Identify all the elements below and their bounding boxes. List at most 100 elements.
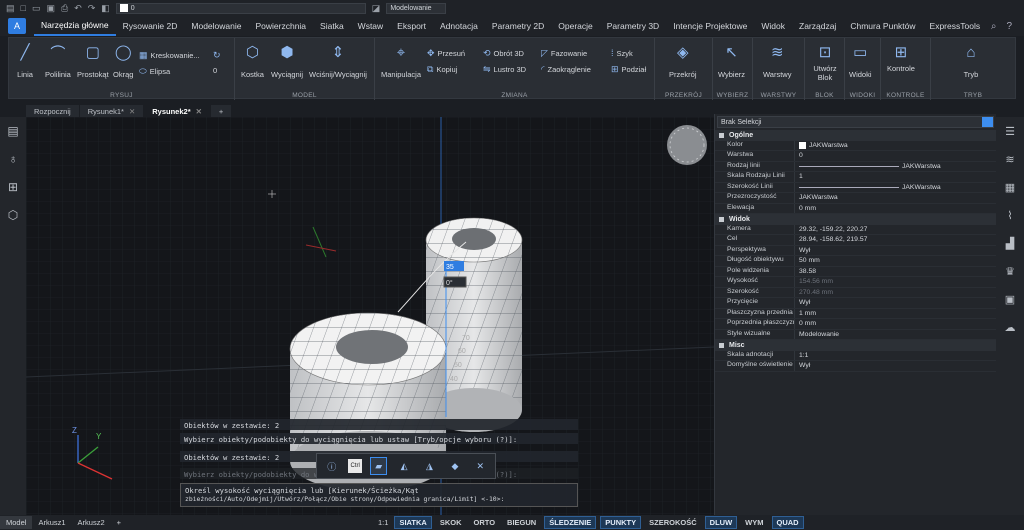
- info-icon[interactable]: ⓘ: [323, 457, 340, 475]
- properties-icon[interactable]: ☰: [996, 117, 1024, 145]
- toggle-śledzenie[interactable]: ŚLEDZENIE: [544, 516, 597, 529]
- property-row[interactable]: Elewacja 0 mm: [715, 203, 996, 214]
- section-header[interactable]: Ogólne: [715, 130, 996, 141]
- panel-icon[interactable]: ▣: [996, 285, 1024, 313]
- chart-icon[interactable]: ▟: [996, 229, 1024, 257]
- toggle-quad[interactable]: QUAD: [771, 516, 804, 529]
- tab-zarzadzaj[interactable]: Zarządzaj: [792, 16, 843, 36]
- tab-adnotacja[interactable]: Adnotacja: [433, 16, 485, 36]
- property-value[interactable]: 0: [795, 151, 803, 161]
- tab-parametry-2d[interactable]: Parametry 2D: [485, 16, 551, 36]
- property-value[interactable]: 50 mm: [795, 256, 820, 266]
- property-value[interactable]: 28.94, -158.62, 219.57: [795, 235, 867, 245]
- property-row[interactable]: Przezroczystość JAKWarstwa: [715, 193, 996, 204]
- close-icon[interactable]: ✕: [196, 107, 202, 116]
- wyciagnij-button[interactable]: ⬢ Wyciągnij: [271, 42, 303, 79]
- tab-widok[interactable]: Widok: [754, 16, 792, 36]
- tab-eksport[interactable]: Eksport: [390, 16, 433, 36]
- toggle-punkty[interactable]: PUNKTY: [600, 516, 642, 529]
- property-value[interactable]: 1:1: [795, 351, 808, 361]
- command-prompt[interactable]: Określ wysokość wyciągnięcia lub [Kierun…: [180, 483, 578, 507]
- app-menu-icon[interactable]: ▤: [6, 3, 15, 14]
- drawing-explorer-icon[interactable]: ▦: [996, 173, 1024, 201]
- elipsa-button[interactable]: ⬭ Elipsa: [139, 66, 170, 77]
- property-row[interactable]: Rodzaj linii JAKWarstwa: [715, 161, 996, 172]
- obrot3d-button[interactable]: ⟲ Obrót 3D: [483, 48, 524, 59]
- doctab-rysunek1[interactable]: Rysunek1* ✕: [79, 105, 144, 117]
- lustro3d-button[interactable]: ⇋ Lustro 3D: [483, 64, 526, 75]
- ctrl-button[interactable]: Ctrl: [348, 459, 362, 473]
- property-value[interactable]: 270.48 mm: [795, 288, 833, 298]
- widoki-button[interactable]: ▭ Widoki: [849, 42, 872, 79]
- print-icon[interactable]: ⎙: [61, 3, 68, 14]
- okrag-button[interactable]: ◯ Okrąg: [113, 42, 133, 79]
- section-header[interactable]: Misc: [715, 340, 996, 351]
- layout-tab-model[interactable]: Model: [0, 516, 33, 529]
- kontrole-button[interactable]: ⊞ Kontrole: [887, 42, 915, 73]
- toggle-skok[interactable]: SKOK: [436, 516, 466, 529]
- tab-expresstools[interactable]: ExpressTools: [923, 16, 988, 36]
- property-value[interactable]: Wył: [795, 298, 810, 308]
- property-row[interactable]: Przycięcie Wył: [715, 298, 996, 309]
- property-value[interactable]: 1 mm: [795, 309, 816, 319]
- extrude-tool-icon[interactable]: ▰: [369, 457, 388, 475]
- property-value[interactable]: Wył: [795, 361, 810, 371]
- extrude-taper-icon[interactable]: ◮: [421, 457, 438, 475]
- save-icon[interactable]: ▣: [46, 3, 55, 14]
- workspace-combo[interactable]: Modelowanie: [386, 2, 447, 14]
- tab-parametry-3d[interactable]: Parametry 3D: [600, 16, 666, 36]
- tab-modelowanie[interactable]: Modelowanie: [184, 16, 248, 36]
- property-row[interactable]: Poprzednia płaszczyzna 0 mm: [715, 319, 996, 330]
- zero-button[interactable]: 0: [213, 66, 217, 75]
- przekroj-button[interactable]: ◈ Przekrój: [669, 42, 697, 79]
- select-objects-icon[interactable]: [982, 117, 993, 127]
- toggle-szerokość[interactable]: SZEROKOŚĆ: [645, 516, 701, 529]
- property-value[interactable]: 154.56 mm: [795, 277, 833, 287]
- new-file-icon[interactable]: □: [21, 3, 26, 13]
- toggle-biegun[interactable]: BIEGUN: [503, 516, 540, 529]
- tryb-button[interactable]: ⌂ Tryb: [961, 42, 981, 80]
- toggle-dluw[interactable]: DLUW: [704, 516, 738, 529]
- property-value[interactable]: JAKWarstwa: [795, 162, 941, 172]
- add-layout-button[interactable]: +: [111, 516, 127, 529]
- tab-chmura-punktow[interactable]: Chmura Punktów: [843, 16, 922, 36]
- property-value[interactable]: 0 mm: [795, 319, 816, 329]
- property-value[interactable]: Wył: [795, 246, 810, 256]
- property-row[interactable]: Długość obiektywu 50 mm: [715, 256, 996, 267]
- navigation-wheel[interactable]: [667, 125, 707, 165]
- property-row[interactable]: Skala adnotacji 1:1: [715, 350, 996, 361]
- property-row[interactable]: Szerokość Linii JAKWarstwa: [715, 182, 996, 193]
- wcisnij-button[interactable]: ⇕ Wciśnij/Wyciągnij: [309, 42, 367, 79]
- property-row[interactable]: Kolor JAKWarstwa: [715, 140, 996, 151]
- property-value[interactable]: 0 mm: [795, 204, 816, 214]
- wybierz-button[interactable]: ↖ Wybierz: [718, 42, 745, 79]
- property-row[interactable]: Perspektywa Wył: [715, 245, 996, 256]
- tab-narzedzia-glowne[interactable]: Narzędzia główne: [34, 16, 116, 36]
- layer-tool-icon[interactable]: ◪: [372, 3, 381, 14]
- property-row[interactable]: Style wizualne Modelowanie: [715, 329, 996, 340]
- close-icon[interactable]: ✕: [472, 457, 489, 475]
- property-row[interactable]: Kamera 29.32, -159.22, 220.27: [715, 224, 996, 235]
- scale-value[interactable]: 1:1: [372, 516, 394, 529]
- prostokat-button[interactable]: ▢ Prostokąt: [77, 42, 109, 79]
- toggle-siatka[interactable]: SIATKA: [394, 516, 432, 529]
- property-row[interactable]: Skala Rodzaju Linii 1: [715, 172, 996, 183]
- zaokraglenie-button[interactable]: ◜ Zaokrąglenie: [541, 64, 591, 75]
- search-icon[interactable]: ⌕: [991, 21, 997, 32]
- property-value[interactable]: JAKWarstwa: [795, 183, 941, 193]
- toggle-wym[interactable]: WYM: [741, 516, 767, 529]
- property-row[interactable]: Płaszczyzna przednia 1 mm: [715, 308, 996, 319]
- layers-icon[interactable]: ≋: [996, 145, 1024, 173]
- podzial-button[interactable]: ⊞ Podział: [611, 64, 646, 75]
- layer-combo[interactable]: 0: [115, 2, 366, 14]
- tab-powierzchnia[interactable]: Powierzchnia: [248, 16, 313, 36]
- extrude-path-icon[interactable]: ◭: [395, 457, 412, 475]
- lightbulb-icon[interactable]: ♁: [0, 145, 26, 173]
- property-row[interactable]: Szerokość 270.48 mm: [715, 287, 996, 298]
- property-value[interactable]: Modelowanie: [795, 330, 839, 340]
- cloud-icon[interactable]: ☁: [996, 313, 1024, 341]
- tab-wstaw[interactable]: Wstaw: [351, 16, 391, 36]
- close-icon[interactable]: ✕: [129, 107, 135, 116]
- szyk-button[interactable]: ⁞ Szyk: [611, 48, 633, 58]
- property-value[interactable]: 38.58: [795, 267, 816, 277]
